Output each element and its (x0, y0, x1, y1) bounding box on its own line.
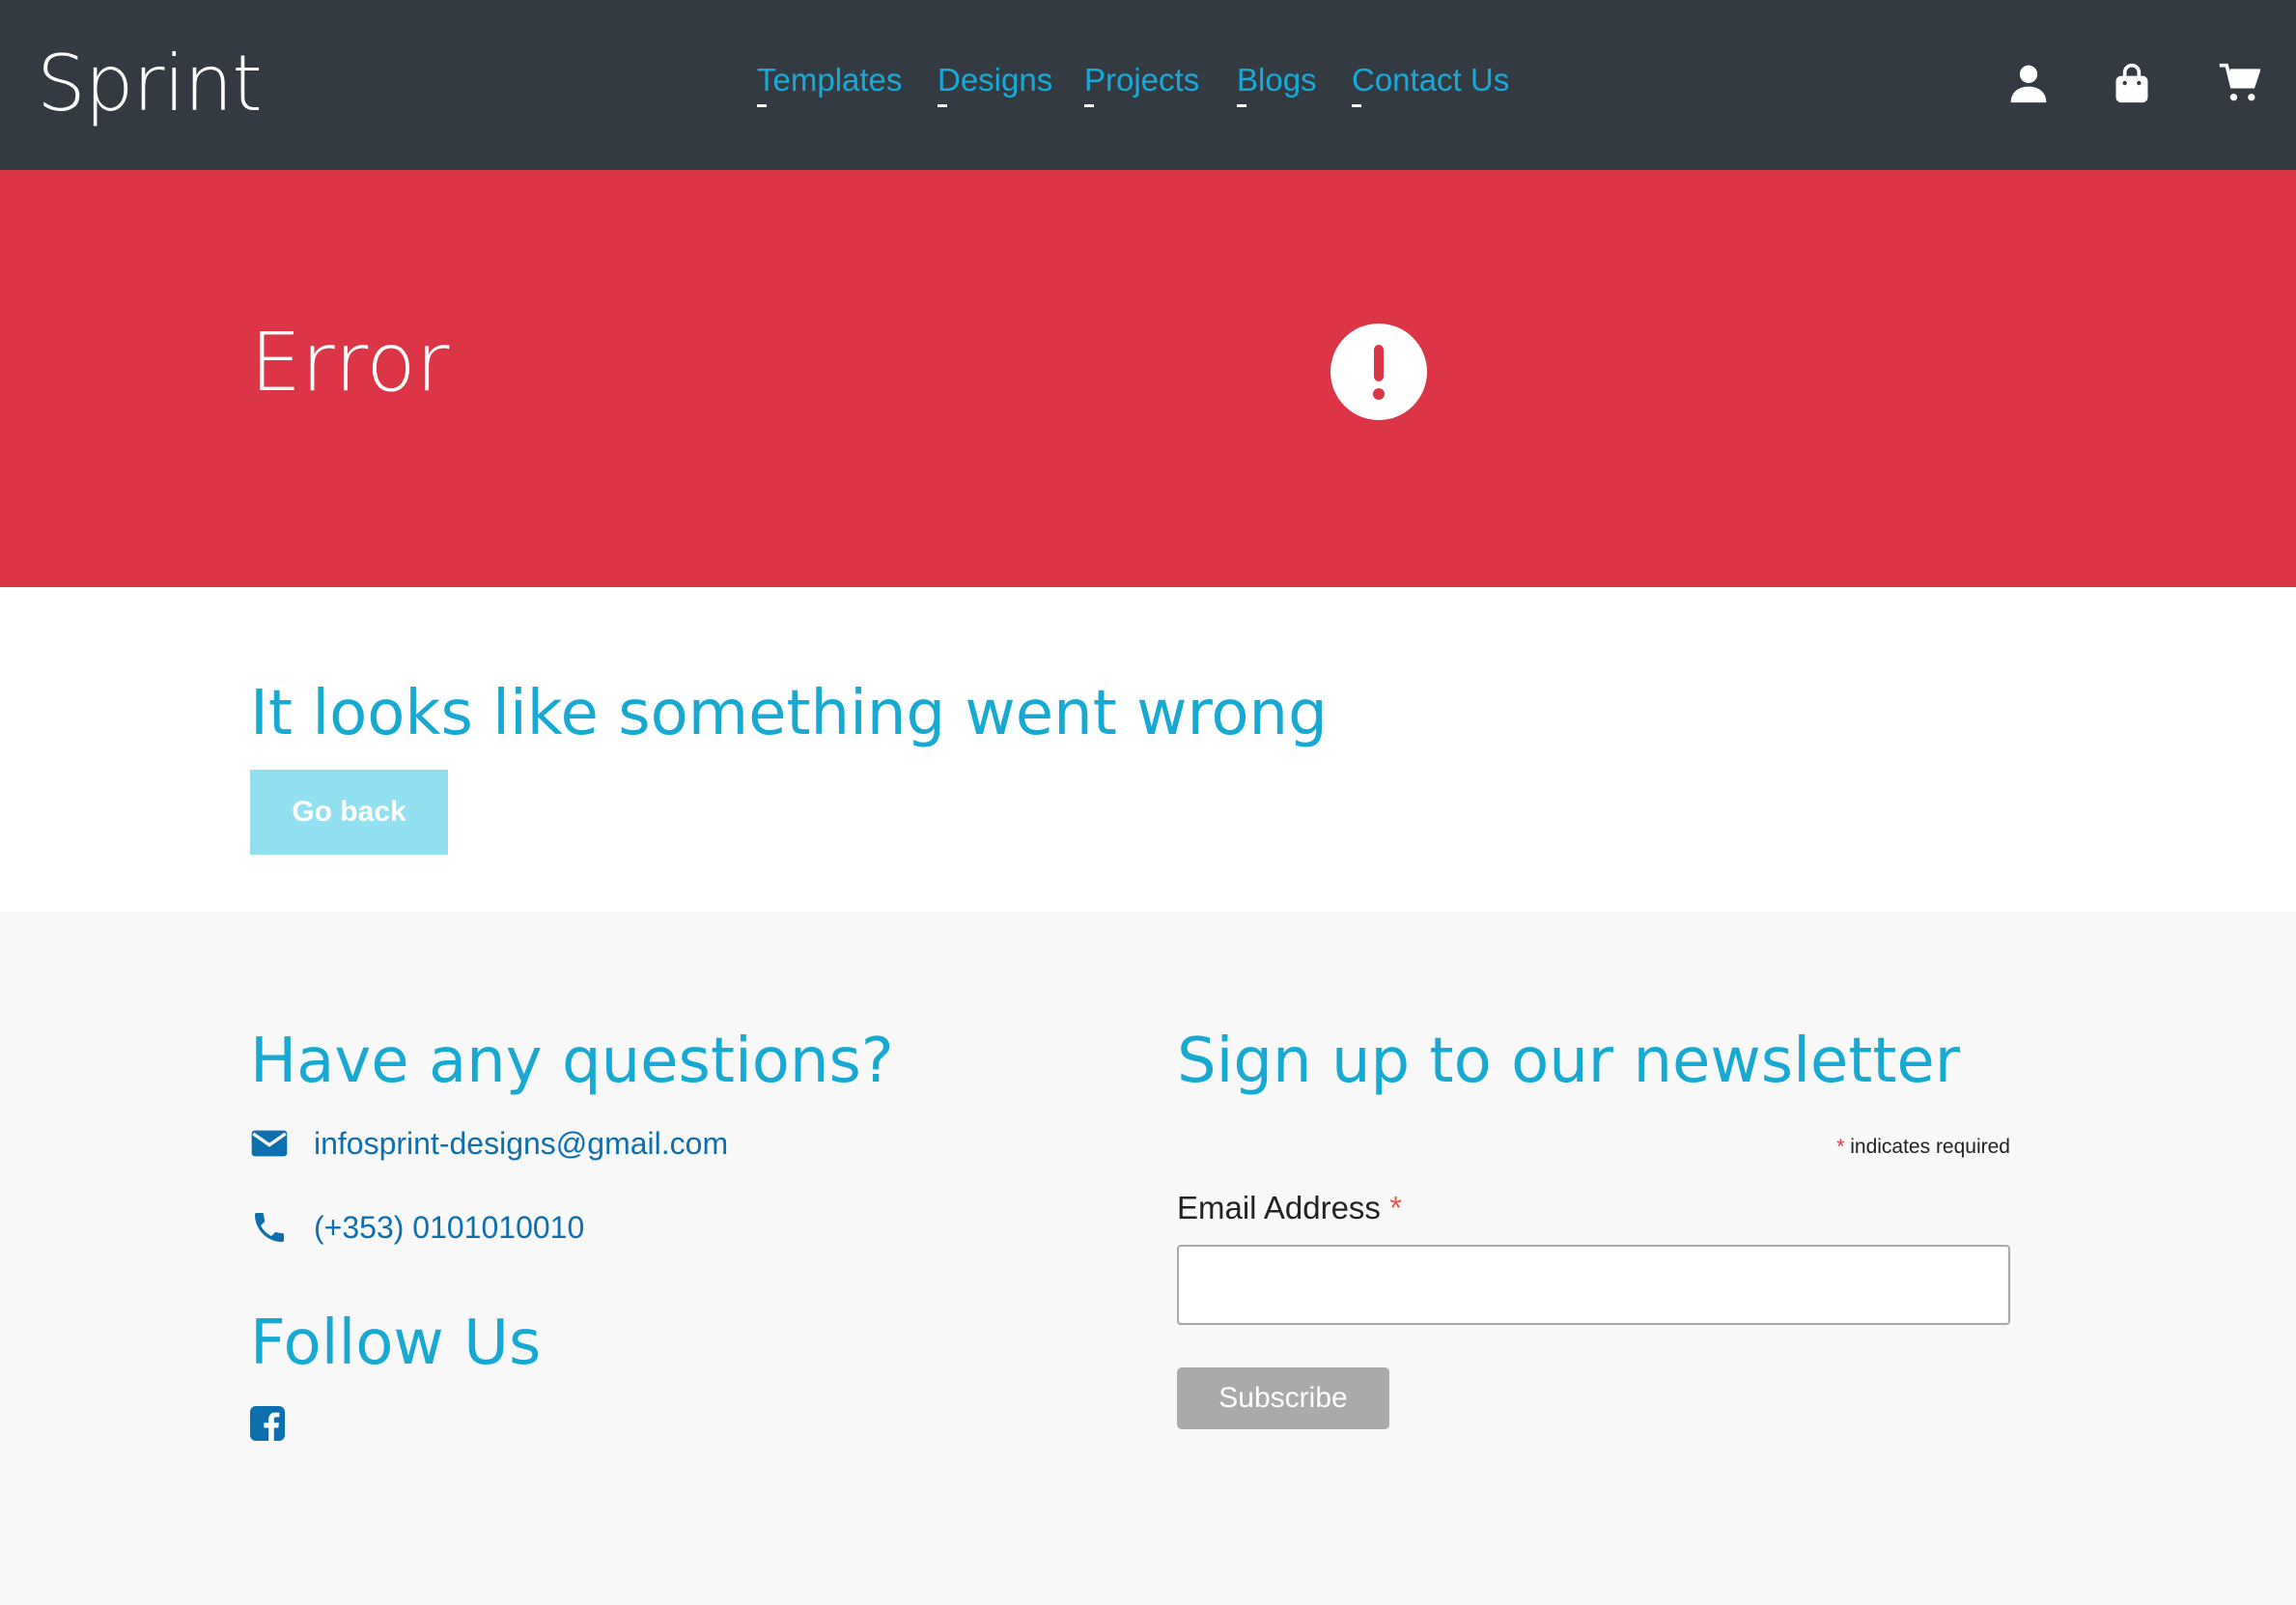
nav-item-label: Designs (938, 62, 1053, 98)
required-note-text: indicates required (1844, 1136, 2010, 1158)
nav-dash (1237, 104, 1246, 107)
nav-item-contact-us[interactable]: Contact Us (1352, 62, 1510, 107)
site-header: Sprint Templates Designs Projects Blogs … (0, 0, 2296, 170)
email-field[interactable] (1177, 1245, 2010, 1325)
newsletter-heading: Sign up to our newsletter (1177, 1026, 1961, 1097)
user-icon[interactable] (2007, 62, 2050, 104)
phone-icon (255, 1213, 284, 1242)
shopping-bag-icon[interactable] (2111, 62, 2153, 104)
exclamation-circle-icon (1330, 324, 1427, 420)
nav-item-label: Projects (1084, 62, 1200, 98)
nav-item-designs[interactable]: Designs (938, 62, 1053, 107)
nav-dash (938, 104, 947, 107)
site-footer: Have any questions? infosprint-designs@g… (0, 912, 2296, 1605)
questions-heading: Have any questions? (250, 1026, 894, 1097)
nav-item-blogs[interactable]: Blogs (1237, 62, 1317, 107)
required-note: * indicates required (1836, 1136, 2010, 1159)
nav-item-label: Contact Us (1352, 62, 1510, 98)
email-label: Email Address * (1177, 1190, 1402, 1226)
site-logo[interactable]: Sprint (37, 39, 263, 128)
nav-item-projects[interactable]: Projects (1084, 62, 1200, 107)
subscribe-button[interactable]: Subscribe (1177, 1367, 1389, 1429)
error-banner: Error (0, 170, 2296, 587)
error-message-heading: It looks like something went wrong (250, 678, 1328, 749)
go-back-button[interactable]: Go back (250, 770, 448, 855)
nav-dash (1352, 104, 1361, 107)
facebook-icon[interactable] (250, 1406, 285, 1441)
envelope-icon (251, 1130, 288, 1157)
nav-item-label: Blogs (1237, 62, 1317, 98)
follow-us-heading: Follow Us (250, 1308, 542, 1379)
nav-item-label: Templates (757, 62, 903, 98)
email-required-star: * (1389, 1190, 1402, 1225)
nav-item-templates[interactable]: Templates (757, 62, 903, 107)
nav-dash (1084, 104, 1094, 107)
nav-dash (757, 104, 767, 107)
contact-phone-row[interactable]: (+353) 0101010010 (250, 1208, 584, 1247)
contact-email-row[interactable]: infosprint-designs@gmail.com (250, 1124, 728, 1163)
contact-phone[interactable]: (+353) 0101010010 (314, 1210, 584, 1246)
error-message-section: It looks like something went wrong Go ba… (0, 587, 2296, 912)
email-label-text: Email Address (1177, 1190, 1381, 1225)
cart-icon[interactable] (2218, 62, 2260, 104)
page-title: Error (250, 315, 450, 409)
contact-email[interactable]: infosprint-designs@gmail.com (314, 1126, 728, 1162)
